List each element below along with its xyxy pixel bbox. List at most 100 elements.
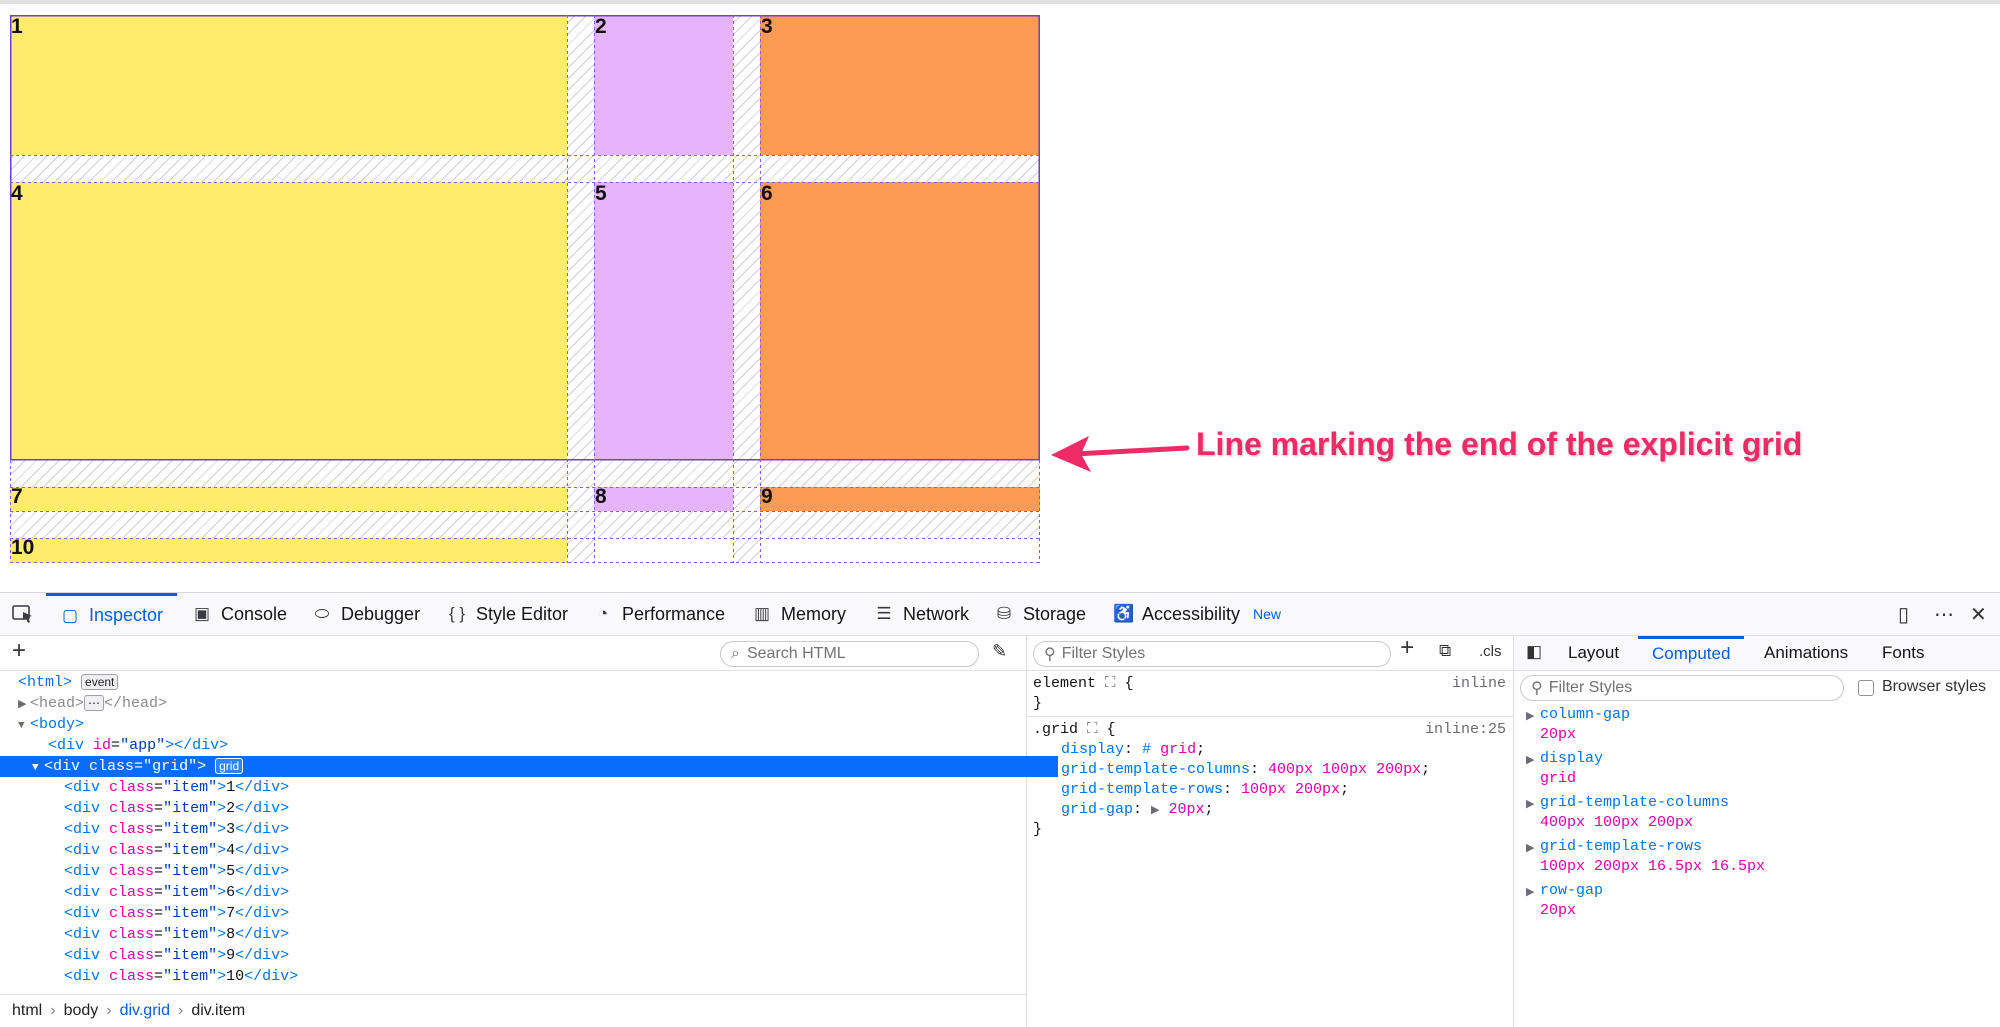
rule-source-element[interactable]: inline: [1452, 674, 1506, 694]
breadcrumb-separator-icon: ›: [177, 1002, 184, 1019]
breadcrumb-item[interactable]: div.grid: [120, 1002, 170, 1020]
computed-property[interactable]: ▶ column-gap 20px: [1514, 706, 2000, 750]
tab-memory[interactable]: ▥ Memory: [752, 593, 846, 635]
rule-selector-grid: .grid ⛶ {: [1033, 721, 1116, 738]
breadcrumb-item[interactable]: body: [64, 1002, 99, 1020]
browser-styles-label: Browser styles: [1882, 678, 1987, 695]
computed-property[interactable]: ▶ display grid: [1514, 750, 2000, 794]
eyedropper-button[interactable]: ✎: [992, 641, 1007, 662]
tab-label: Inspector: [89, 605, 164, 625]
expand-arrow-icon[interactable]: ▶: [1526, 841, 1534, 855]
add-rule-button[interactable]: +: [1400, 636, 1414, 663]
tree-row-grid-selected[interactable]: ▼ <div class="grid"> grid: [0, 756, 1058, 777]
breadcrumb-separator-icon: ›: [50, 1002, 56, 1019]
tab-animations[interactable]: Animations: [1764, 636, 1848, 670]
debugger-icon: ⬭: [314, 604, 330, 623]
event-badge[interactable]: event: [81, 674, 119, 690]
tree-row-item[interactable]: <div class="item">2</div>: [0, 798, 1090, 819]
tab-debugger[interactable]: ⬭ Debugger: [312, 593, 420, 635]
element-picker-button[interactable]: [12, 593, 34, 635]
tab-accessibility[interactable]: ♿ Accessibility New: [1113, 593, 1281, 635]
plus-icon: +: [12, 637, 27, 664]
rules-toolbar: ⚲ Filter Styles + ⧉ .cls: [1027, 636, 1513, 671]
filter-placeholder: Filter Styles: [1061, 645, 1146, 662]
responsive-design-button[interactable]: ▯: [1898, 593, 1909, 635]
search-placeholder: Search HTML: [746, 645, 846, 662]
tab-console[interactable]: ▣ Console: [192, 593, 287, 635]
declaration-grid-template-rows[interactable]: grid-template-rows: 100px 200px;: [1061, 780, 1349, 800]
breadcrumb: html › body › div.grid › div.item: [0, 994, 1026, 1027]
breadcrumb-item[interactable]: html: [12, 1002, 42, 1020]
declaration-grid-template-columns[interactable]: grid-template-columns: 400px 100px 200px…: [1061, 760, 1430, 780]
close-devtools-button[interactable]: ✕: [1970, 593, 1987, 635]
tree-row-item[interactable]: <div class="item">8</div>: [0, 924, 1090, 945]
tree-row-head[interactable]: ▶ <head> ⋯ </head>: [0, 693, 1044, 714]
browser-styles-checkbox[interactable]: [1858, 680, 1874, 696]
tree-row-app[interactable]: <div id="app"></div>: [0, 735, 1074, 756]
annotation-arrow: [1051, 436, 1190, 472]
toggle-pseudo-classes-button[interactable]: ⧉: [1439, 642, 1451, 662]
sidebar-toggle-icon: ◧: [1526, 642, 1543, 661]
computed-property[interactable]: ▶ grid-template-rows 100px 200px 16.5px …: [1514, 838, 2000, 882]
tab-performance[interactable]: ◔ Performance: [593, 593, 725, 635]
tab-inspector[interactable]: ▢ Inspector: [46, 593, 178, 635]
tree-row-html[interactable]: <html> event: [0, 672, 1044, 693]
memory-icon: ▥: [753, 604, 771, 623]
tab-label: Console: [221, 603, 288, 624]
toggle-classes-button[interactable]: .cls: [1479, 643, 1502, 660]
search-html-input[interactable]: ⌕ Search HTML: [720, 641, 979, 667]
collapsed-children-badge[interactable]: ⋯: [84, 695, 105, 711]
filter-placeholder: Filter Styles: [1548, 679, 1633, 696]
eyedropper-icon: ✎: [992, 641, 1008, 661]
collapse-arrow-icon[interactable]: ▼: [18, 716, 30, 737]
rule-source-grid[interactable]: inline:25: [1425, 720, 1506, 740]
grid-highlighter-icon[interactable]: #: [1142, 741, 1151, 758]
tree-row-body[interactable]: ▼ <body>: [0, 714, 1044, 735]
tree-row-item[interactable]: <div class="item">3</div>: [0, 819, 1090, 840]
declaration-display[interactable]: display: # grid;: [1061, 740, 1205, 760]
rule-divider: [1027, 716, 1513, 717]
computed-property[interactable]: ▶ grid-template-columns 400px 100px 200p…: [1514, 794, 2000, 838]
tab-fonts[interactable]: Fonts: [1882, 636, 1925, 670]
plus-icon: +: [1400, 636, 1415, 663]
style-editor-icon: { }: [448, 604, 466, 623]
devtools-toolbar: ▢ Inspector ▣ Console ⬭ Debugger { } Sty…: [0, 593, 2000, 636]
expand-arrow-icon[interactable]: ▶: [1526, 885, 1534, 899]
pseudo-class-icon: ⧉: [1439, 643, 1452, 662]
responsive-design-icon: ▯: [1898, 603, 1910, 626]
tree-row-item[interactable]: <div class="item">5</div>: [0, 861, 1090, 882]
tree-row-item[interactable]: <div class="item">9</div>: [0, 945, 1090, 966]
expand-arrow-icon[interactable]: ▶: [1526, 709, 1534, 723]
collapse-arrow-icon[interactable]: ▼: [32, 758, 44, 779]
expand-arrow-icon[interactable]: ▶: [18, 695, 30, 716]
tab-style-editor[interactable]: { } Style Editor: [447, 593, 568, 635]
add-node-button[interactable]: +: [12, 637, 26, 665]
grid-badge[interactable]: grid: [215, 758, 244, 774]
tree-row-item[interactable]: <div class="item">10</div>: [0, 966, 1090, 987]
new-badge: New: [1253, 606, 1282, 622]
tab-network[interactable]: ☰ Network: [874, 593, 969, 635]
computed-filter-input[interactable]: ⚲ Filter Styles: [1520, 675, 1844, 701]
tree-row-item[interactable]: <div class="item">7</div>: [0, 903, 1090, 924]
tree-row-item[interactable]: <div class="item">1</div>: [0, 777, 1090, 798]
filter-styles-input[interactable]: ⚲ Filter Styles: [1033, 641, 1391, 667]
filter-icon: ⚲: [1531, 680, 1543, 697]
network-icon: ☰: [876, 604, 892, 623]
expand-arrow-icon[interactable]: ▶: [1526, 797, 1534, 811]
devtools-panel: ▢ Inspector ▣ Console ⬭ Debugger { } Sty…: [0, 592, 2000, 1027]
more-options-button[interactable]: ⋯: [1934, 593, 1954, 635]
expand-arrow-icon[interactable]: ▶: [1151, 805, 1159, 817]
tab-label: Memory: [781, 603, 847, 624]
tab-storage[interactable]: ⛁ Storage: [994, 593, 1086, 635]
toggle-sidebar-button[interactable]: ◧: [1526, 642, 1542, 662]
computed-property[interactable]: ▶ row-gap 20px: [1514, 882, 2000, 926]
tab-layout[interactable]: Layout: [1568, 636, 1619, 670]
tree-row-item[interactable]: <div class="item">6</div>: [0, 882, 1090, 903]
tree-row-item[interactable]: <div class="item">4</div>: [0, 840, 1090, 861]
declaration-grid-gap[interactable]: grid-gap: ▶ 20px;: [1061, 800, 1214, 820]
rule-close-brace: }: [1033, 695, 1043, 712]
breadcrumb-item[interactable]: div.item: [191, 1002, 245, 1020]
grid-overlay-lines: [10, 15, 1040, 563]
expand-arrow-icon[interactable]: ▶: [1526, 753, 1534, 767]
tab-computed[interactable]: Computed: [1638, 636, 1745, 670]
